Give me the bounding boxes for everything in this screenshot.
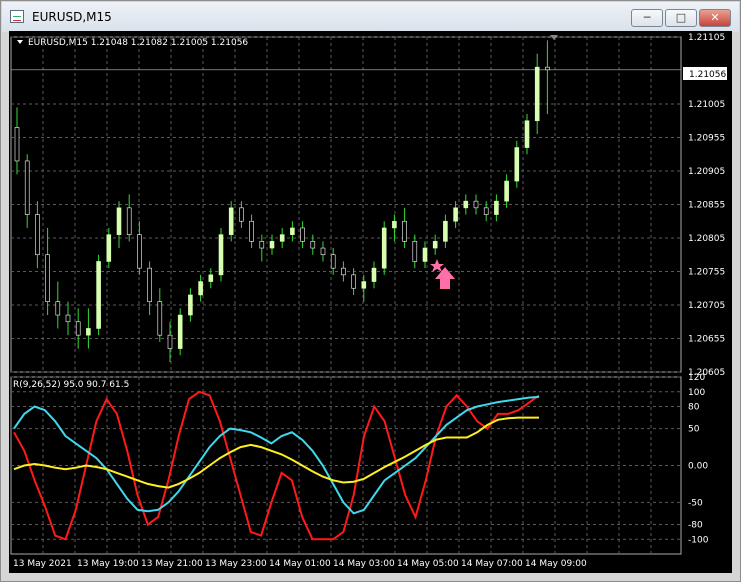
- candle-body: [24, 160, 30, 215]
- candle-body: [422, 247, 428, 262]
- price-tick-label: 1.20705: [688, 301, 725, 311]
- time-tick-label: 14 May 09:00: [525, 559, 587, 569]
- candle-body: [249, 220, 254, 242]
- price-tick-label: 1.21105: [688, 33, 725, 43]
- time-tick-label: 14 May 03:00: [333, 559, 395, 569]
- chart-area[interactable]: 1.21105 1.21005 1.20955 1.20905 1.20855 1.208…: [9, 31, 732, 573]
- indicator-tick-label: -80: [688, 521, 703, 531]
- indicator-pane-frame: [10, 376, 682, 555]
- candle-body: [75, 321, 81, 336]
- window-title: EURUSD,M15: [32, 10, 112, 24]
- candle-body: [443, 220, 448, 242]
- candle-body: [341, 267, 346, 276]
- candle-body: [504, 180, 509, 202]
- indicator-series-line: [13, 416, 539, 489]
- price-tick-label: 1.21005: [688, 100, 725, 110]
- indicator-tick-label: 0.00: [688, 462, 708, 472]
- candle-body: [35, 214, 40, 256]
- chart-window-icon: [10, 10, 24, 23]
- price-pane-frame: [10, 36, 682, 373]
- candle-body: [259, 241, 265, 249]
- candle-body: [351, 274, 356, 289]
- indicator-tick-label: 100: [688, 388, 705, 398]
- current-price-label: 1.21056: [689, 70, 726, 80]
- candle-body: [473, 200, 479, 209]
- time-tick-label: 14 May 01:00: [269, 559, 331, 569]
- candle-body: [290, 227, 295, 235]
- time-tick-label: 14 May 07:00: [461, 559, 523, 569]
- indicator-tick-label: -50: [688, 498, 703, 508]
- candle-body: [494, 200, 499, 215]
- candle-body: [177, 314, 183, 349]
- time-tick-label: 13 May 21:00: [141, 559, 203, 569]
- candle-body: [45, 254, 50, 302]
- title-bar[interactable]: EURUSD,M15 ─ □ ✕: [2, 2, 739, 32]
- candle-body: [218, 234, 224, 276]
- star-icon: [430, 259, 444, 272]
- price-tick-label: 1.20955: [688, 134, 725, 144]
- chart-window: EURUSD,M15 ─ □ ✕ 1.21105 1.21005 1.20955 1.…: [0, 0, 741, 582]
- candle-body: [300, 227, 305, 242]
- price-tick-label: 1.20805: [688, 234, 725, 244]
- candle-body: [320, 247, 326, 256]
- candle-body: [198, 281, 203, 296]
- candle-body: [208, 274, 214, 282]
- symbol-dropdown-icon[interactable]: [17, 40, 23, 44]
- candle-body: [126, 207, 132, 235]
- indicator-tick-label: -100: [688, 535, 709, 545]
- indicator-tick-label: 80: [688, 403, 700, 413]
- candle-body: [310, 241, 316, 249]
- candle-body: [545, 66, 550, 71]
- indicator-series-line: [13, 395, 540, 515]
- candle-body: [361, 281, 367, 289]
- candle-body: [402, 220, 407, 242]
- candle-body: [157, 301, 163, 336]
- candle-body: [453, 207, 458, 222]
- candle-body: [239, 207, 244, 222]
- candle-body: [392, 220, 397, 229]
- candle-body: [65, 314, 71, 323]
- candle-body: [167, 334, 173, 349]
- price-candles: [14, 40, 550, 362]
- candle-body: [279, 234, 285, 242]
- candle-body: [55, 301, 61, 316]
- candle-body: [116, 207, 122, 235]
- candle-body: [96, 261, 101, 329]
- chart-canvas[interactable]: 1.21105 1.21005 1.20955 1.20905 1.20855 1.208…: [9, 31, 732, 573]
- candle-body: [137, 234, 142, 269]
- candle-body: [86, 328, 91, 336]
- candle-body: [188, 294, 193, 316]
- price-tick-label: 1.20655: [688, 335, 725, 345]
- up-arrow-icon[interactable]: [435, 267, 455, 289]
- candle-body: [147, 267, 152, 302]
- candle-body: [524, 120, 530, 148]
- time-tick-label: 14 May 05:00: [397, 559, 459, 569]
- candle-body: [14, 127, 20, 162]
- indicator-tick-label: 50: [688, 425, 700, 435]
- candle-body: [463, 200, 469, 209]
- minimize-button[interactable]: ─: [631, 9, 663, 27]
- candle-body: [106, 234, 112, 262]
- indicator-tick-label: 120: [688, 373, 705, 383]
- candle-body: [381, 227, 387, 269]
- time-tick-label: 13 May 2021: [13, 559, 72, 569]
- close-button[interactable]: ✕: [699, 9, 731, 27]
- candle-body: [228, 207, 234, 235]
- price-tick-label: 1.20905: [688, 167, 725, 177]
- time-tick-label: 13 May 19:00: [77, 559, 139, 569]
- candle-body: [483, 207, 489, 215]
- candle-body: [514, 147, 520, 182]
- time-tick-label: 13 May 23:00: [205, 559, 267, 569]
- candle-body: [371, 267, 377, 282]
- candle-body: [432, 241, 438, 249]
- candle-body: [534, 66, 540, 122]
- candle-body: [412, 241, 418, 262]
- price-tick-label: 1.20855: [688, 201, 725, 211]
- maximize-button[interactable]: □: [665, 9, 697, 27]
- chart-header: EURUSD,M15 1.21048 1.21082 1.21005 1.210…: [28, 38, 248, 48]
- price-tick-label: 1.20755: [688, 268, 725, 278]
- indicator-header: R(9,26,52) 95.0 90.7 61.5: [13, 380, 129, 390]
- candle-body: [330, 254, 336, 269]
- candle-body: [269, 241, 275, 249]
